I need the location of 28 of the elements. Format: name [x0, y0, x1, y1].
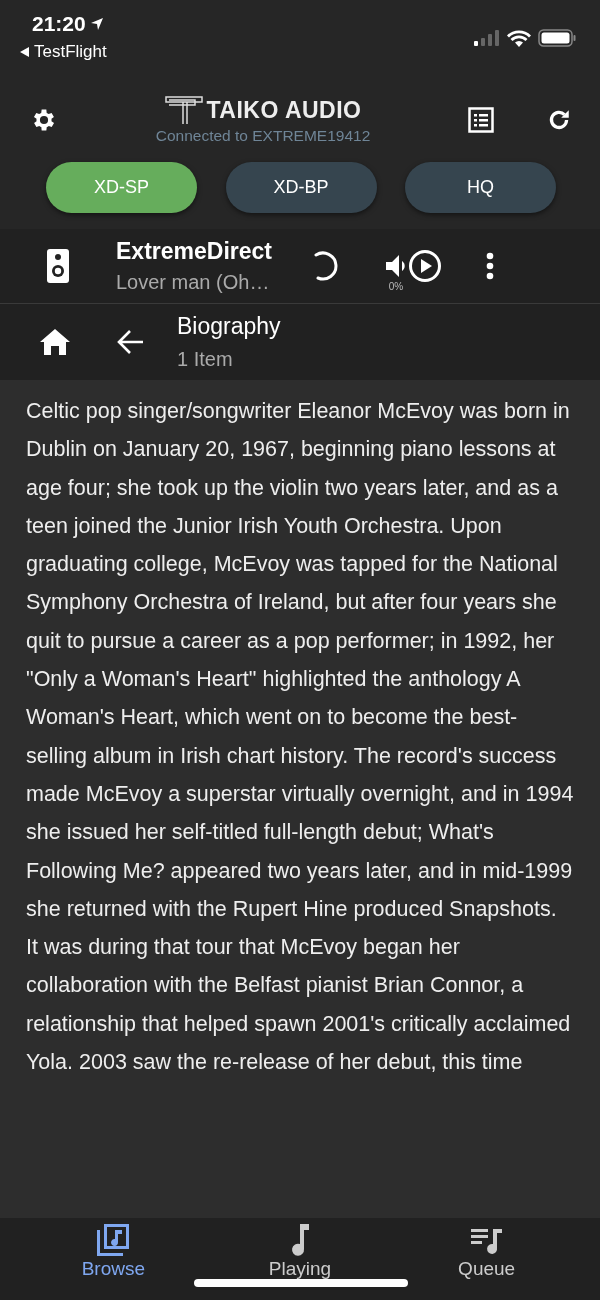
volume-level: 0% — [388, 280, 404, 292]
more-icon[interactable] — [486, 252, 494, 280]
music-library-icon — [95, 1222, 132, 1258]
tab[interactable]: Queue — [421, 1218, 552, 1300]
tab[interactable]: Browse — [48, 1218, 179, 1300]
tab[interactable]: Playing — [235, 1218, 365, 1300]
biography-text: Celtic pop singer/songwriter Eleanor McEvoy was born in Dublin on January 20, 1967, beginning piano lessons at age four; she took up the violin two years later, and as a teen joined the Junior Irish Youth Orchestra. Upon graduating college, McEvoy was tapped for the National Symphony Orchestra of Ireland, but after four years she quit to pursue a career as a pop performer; in 1992, her "Only a Woman's Heart" highlighted the anthology A Woman's Heart, which went on to become the best-selling album in Irish chart history. The record's success made McEvoy a superstar virtually overnight, and in 1994 she issued her self-titled full-length debut; What's Following Me? appeared two years later, and in mid-1999 she returned with the Rupert Hine produced Snapshots. It was during that tour that McEvoy began her collaboration with the Belfast pianist Brian Connor, a relationship that helped spawn 2001's critically acclaimed Yola. 2003 saw the re-release of her debut, this time — [26, 398, 574, 1077]
status-time: 21:20 — [32, 12, 86, 36]
back-arrow-icon[interactable] — [117, 329, 145, 355]
battery-icon — [538, 29, 576, 47]
signal-icon — [474, 30, 500, 46]
device-name: ExtremeDirect — [116, 238, 273, 265]
wifi-icon — [507, 29, 531, 47]
list-icon[interactable] — [468, 107, 494, 133]
back-to-app-link[interactable]: TestFlight — [34, 42, 107, 62]
logo-icon — [164, 95, 203, 125]
connection-status: Connected to EXTREME19412 — [155, 127, 371, 145]
item-count: 1 Item — [177, 348, 234, 371]
back-triangle-icon[interactable] — [20, 47, 29, 57]
home-icon[interactable] — [39, 328, 71, 356]
brand-name: TAIKO AUDIO — [206, 96, 362, 124]
page-title: Biography — [177, 313, 281, 340]
speaker-icon[interactable] — [47, 249, 69, 283]
mode-button[interactable]: XD-BP — [225, 162, 377, 213]
mode-button[interactable]: HQ — [405, 162, 556, 213]
location-arrow-icon — [89, 17, 104, 31]
track-title: Lover man (Oh… — [116, 271, 271, 294]
play-icon[interactable] — [408, 249, 442, 283]
